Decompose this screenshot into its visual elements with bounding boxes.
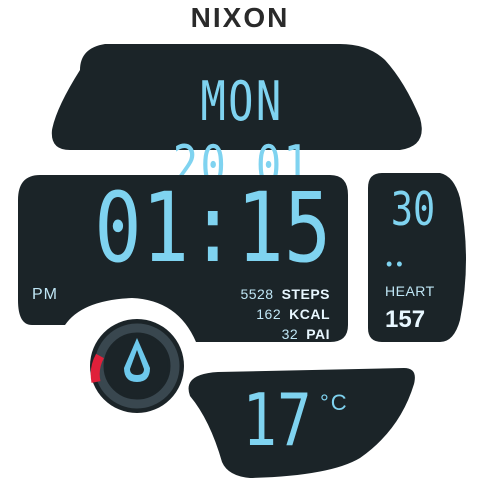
temperature-value: 17 (242, 378, 312, 462)
temperature-unit: °C (320, 390, 349, 415)
temperature-panel[interactable] (0, 0, 480, 480)
